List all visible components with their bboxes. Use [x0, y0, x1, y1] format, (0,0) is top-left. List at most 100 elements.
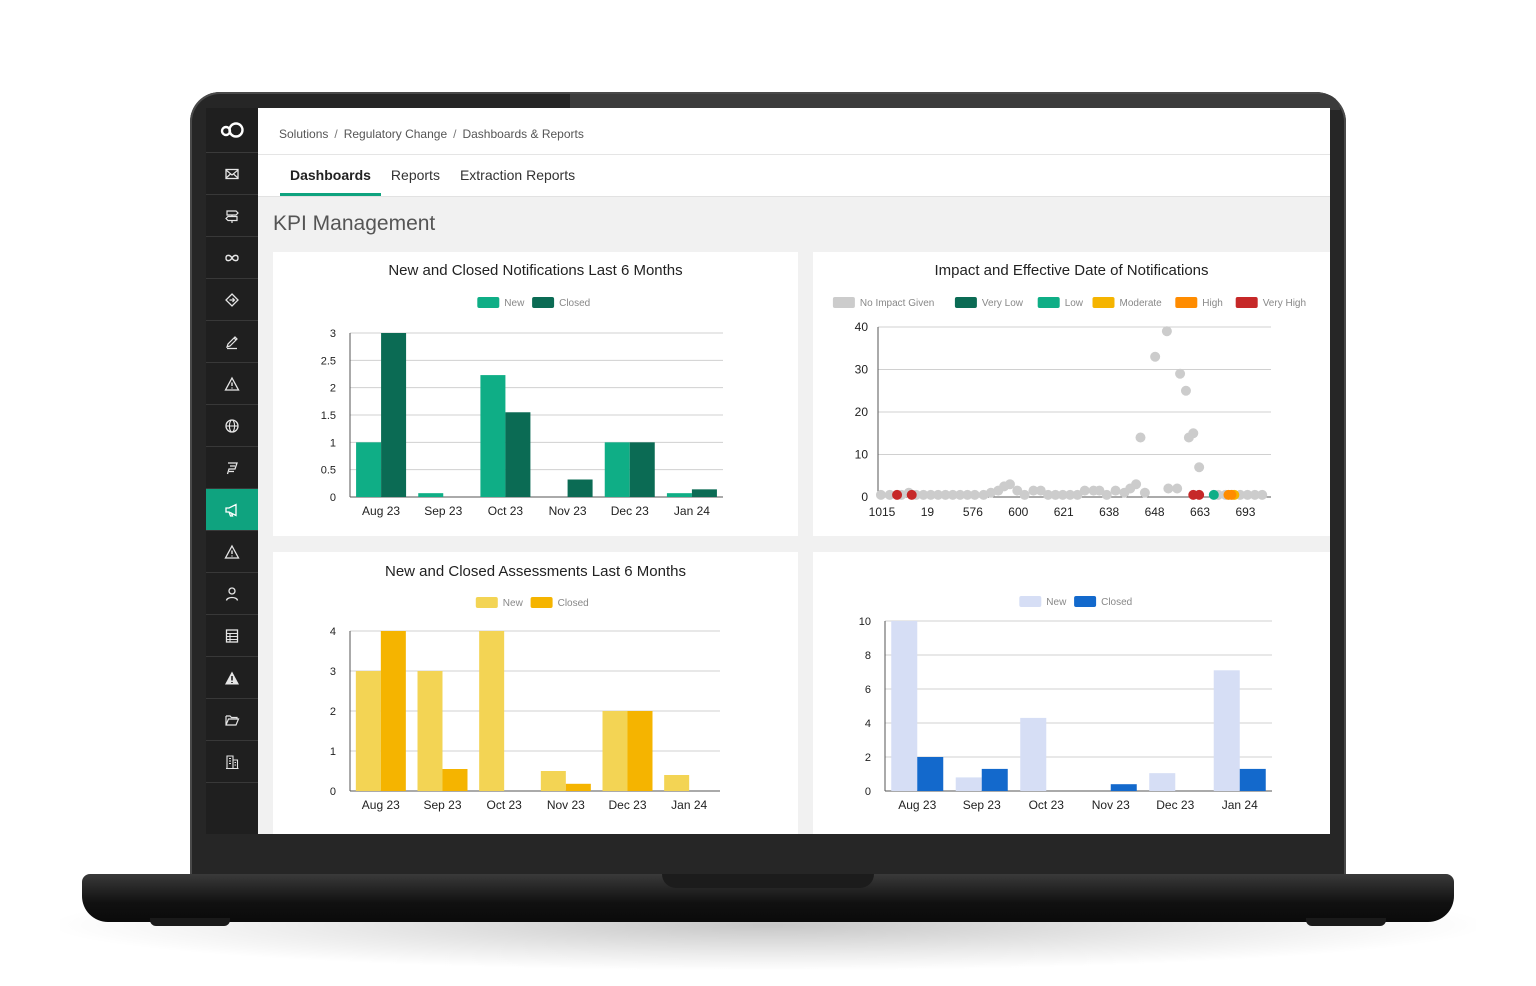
bar-closed: [381, 333, 407, 497]
legend-label: New: [504, 298, 525, 309]
x-tick-label: 600: [1008, 505, 1028, 519]
infinity-icon[interactable]: [206, 237, 258, 279]
point-no-impact-given: [1180, 385, 1191, 396]
bar-new: [666, 493, 692, 497]
x-tick-label: Sep 23: [963, 798, 1001, 812]
breadcrumb-divider: [258, 154, 1330, 155]
bar-new: [1213, 670, 1240, 791]
y-tick-label: 1.5: [321, 410, 336, 422]
bar-new: [418, 493, 444, 497]
x-tick-label: Oct 23: [486, 798, 522, 812]
point-no-impact-given: [1175, 368, 1186, 379]
y-tick-label: 40: [855, 320, 869, 334]
x-tick-label: Nov 23: [1092, 798, 1130, 812]
page-title: KPI Management: [273, 212, 436, 235]
tab-dashboards[interactable]: Dashboards: [280, 156, 381, 196]
tab-reports[interactable]: Reports: [381, 156, 450, 196]
x-tick-label: Jan 24: [671, 798, 707, 812]
x-tick-label: 1015: [869, 505, 896, 519]
legend-label: High: [1202, 298, 1223, 309]
x-tick-label: 621: [1054, 505, 1074, 519]
impact-scatter-chart: 0 10 20 30 40 1015 19 576 600 621 638 648 663 693 No I…: [832, 297, 1306, 519]
y-tick-label: 0.5: [321, 465, 336, 477]
y-tick-label: 0: [330, 492, 336, 504]
bar-new: [604, 442, 630, 497]
tab-bar: Dashboards Reports Extraction Reports: [280, 156, 585, 196]
app-screen: Solutions / Regulatory Change / Dashboards &…: [206, 108, 1330, 834]
x-tick-label: Dec 23: [611, 504, 649, 518]
x-tick-label: Oct 23: [488, 504, 524, 518]
x-tick-label: 19: [921, 505, 935, 519]
bar-closed: [442, 769, 468, 791]
y-tick-label: 3: [330, 666, 336, 678]
warning-icon[interactable]: [206, 363, 258, 405]
x-tick-label: 663: [1190, 505, 1210, 519]
legend-label: Very High: [1263, 298, 1306, 309]
sidebar: [206, 108, 258, 834]
warning-outline-icon[interactable]: [206, 531, 258, 573]
globe-icon[interactable]: [206, 405, 258, 447]
table-icon[interactable]: [206, 615, 258, 657]
legend-label: No Impact Given: [860, 298, 934, 309]
diamond-icon[interactable]: [206, 279, 258, 321]
bar-closed: [629, 442, 655, 497]
point-no-impact-given: [1161, 326, 1172, 337]
bar-new: [1149, 773, 1176, 791]
point-no-impact-given: [1101, 489, 1112, 500]
laptop-notch: [662, 874, 874, 888]
breadcrumb: Solutions / Regulatory Change / Dashboards &…: [279, 127, 584, 141]
bar-new: [417, 671, 443, 791]
megaphone-icon[interactable]: [206, 489, 258, 531]
x-tick-label: Nov 23: [549, 504, 587, 518]
logo-icon[interactable]: [206, 108, 258, 153]
bar-new: [664, 775, 690, 791]
y-tick-label: 6: [865, 684, 871, 696]
bar-new: [955, 777, 982, 791]
alert-filled-icon[interactable]: [206, 657, 258, 699]
building-icon[interactable]: [206, 741, 258, 783]
x-tick-label: Oct 23: [1029, 798, 1065, 812]
point-no-impact-given: [1172, 483, 1183, 494]
point-no-impact-given: [1079, 485, 1090, 496]
y-tick-label: 0: [330, 786, 336, 798]
point-high: [1226, 489, 1237, 500]
y-tick-label: 2: [330, 706, 336, 718]
tag-icon[interactable]: [206, 447, 258, 489]
point-no-impact-given: [1257, 489, 1268, 500]
x-tick-label: Sep 23: [423, 798, 461, 812]
legend-label: Very Low: [982, 298, 1024, 309]
legend-swatch: [1019, 596, 1042, 607]
point-very-high: [1194, 489, 1205, 500]
breadcrumb-solutions[interactable]: Solutions: [279, 127, 328, 141]
legend-swatch: [1235, 297, 1258, 308]
chart-card-assessments: New and Closed Assessments Last 6 Months…: [273, 552, 798, 834]
x-tick-label: 648: [1145, 505, 1165, 519]
legend-swatch: [530, 597, 553, 608]
bar-closed: [565, 783, 591, 791]
y-tick-label: 8: [865, 650, 871, 662]
assessments-bar-chart: 0 1 2 3 4 Aug 23 Sep 23 Oct 23 Nov 23 Dec 23 Jan 2…: [330, 597, 720, 812]
tab-extraction-reports[interactable]: Extraction Reports: [450, 156, 585, 196]
folder-icon[interactable]: [206, 699, 258, 741]
bar-new: [602, 711, 628, 791]
chart-card-new-closed: 0 2 4 6 8 10 Aug 23 Sep 23 Oct 23 Nov 23 Dec 23 Jan…: [813, 552, 1330, 834]
person-icon[interactable]: [206, 573, 258, 615]
y-tick-label: 0: [865, 786, 871, 798]
point-no-impact-given: [875, 489, 886, 500]
bar-new: [480, 375, 506, 497]
pencil-icon[interactable]: [206, 321, 258, 363]
breadcrumb-regulatory-change[interactable]: Regulatory Change: [344, 127, 447, 141]
legend-swatch: [475, 597, 498, 608]
y-tick-label: 20: [855, 405, 869, 419]
x-tick-label: 638: [1099, 505, 1119, 519]
legend-swatch: [832, 297, 855, 308]
signpost-icon[interactable]: [206, 195, 258, 237]
y-tick-label: 4: [330, 626, 336, 638]
mail-icon[interactable]: [206, 153, 258, 195]
bar-closed: [981, 768, 1008, 791]
x-tick-label: Nov 23: [547, 798, 585, 812]
point-very-high: [892, 489, 903, 500]
legend-swatch: [1037, 297, 1060, 308]
new-closed-bar-chart: 0 2 4 6 8 10 Aug 23 Sep 23 Oct 23 Nov 23 Dec 23 Jan…: [859, 596, 1272, 812]
y-tick-label: 1: [330, 746, 336, 758]
